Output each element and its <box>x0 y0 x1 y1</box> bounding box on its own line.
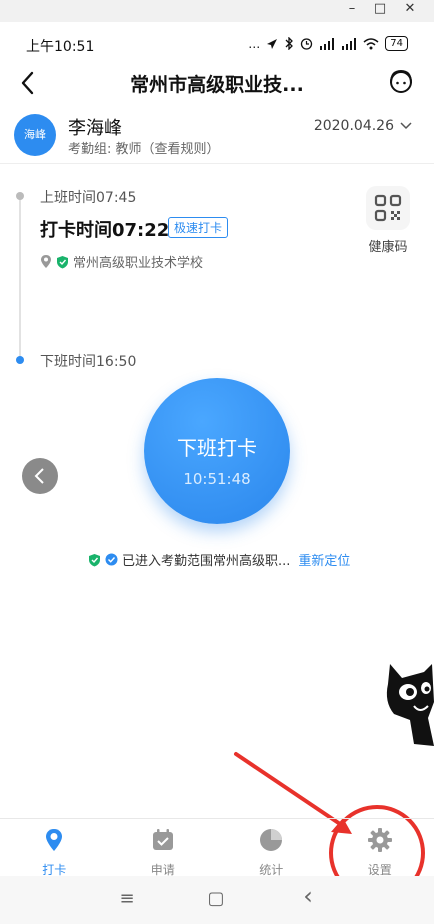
timeline-dot-morning <box>16 192 24 200</box>
avatar[interactable]: 海峰 <box>14 114 56 156</box>
customer-service-icon[interactable] <box>386 67 416 97</box>
attendance-group: 考勤组: 教师（查看规则） <box>68 138 220 157</box>
location-arrow-icon <box>267 38 278 49</box>
back-arrow-icon[interactable] <box>14 68 44 98</box>
tab-stats[interactable]: 统计 <box>217 819 326 877</box>
window-titlebar: – □ ✕ <box>0 0 434 22</box>
minimize-button[interactable]: – <box>340 1 364 16</box>
range-text: 已进入考勤范围常州高级职... <box>122 554 291 569</box>
attendance-range-status: 已进入考勤范围常州高级职... 重新定位 <box>88 550 350 569</box>
cell-signal-2-icon <box>342 37 357 50</box>
date-selector[interactable]: 2020.04.26 <box>314 118 412 134</box>
check-circle-icon <box>105 553 118 566</box>
current-time: 10:51:48 <box>183 470 251 488</box>
app-header: 常州市高级职业技... <box>0 62 434 104</box>
system-nav-bar: ≡ ▢ ‹ <box>0 876 434 924</box>
status-time: 上午10:51 <box>26 39 95 55</box>
menu-nav-button[interactable]: ≡ <box>115 888 139 909</box>
alarm-icon <box>301 38 313 50</box>
shield-check-icon <box>57 255 68 268</box>
view-rules-link[interactable]: （查看规则） <box>142 142 220 157</box>
floating-back-button[interactable] <box>22 458 58 494</box>
signal-dots-icon: … <box>248 36 261 51</box>
location-text: 常州高级职业技术学校 <box>73 256 204 271</box>
tab-settings[interactable]: 设置 <box>326 819 434 877</box>
user-info-row: 海峰 李海峰 考勤组: 教师（查看规则） 2020.04.26 <box>0 108 434 164</box>
chevron-down-icon <box>400 122 412 130</box>
relocate-link[interactable]: 重新定位 <box>298 550 350 569</box>
health-code-button[interactable]: 健康码 <box>362 186 414 256</box>
qr-code-icon <box>374 194 402 222</box>
health-code-label: 健康码 <box>368 240 408 255</box>
status-bar: 上午10:51 … 74 <box>0 30 434 60</box>
status-icons: … 74 <box>248 36 408 51</box>
back-nav-button[interactable]: ‹ <box>296 882 320 910</box>
punch-location: 常州高级职业技术学校 <box>40 252 203 271</box>
tab-apply[interactable]: 申请 <box>109 819 218 877</box>
home-nav-button[interactable]: ▢ <box>204 888 228 909</box>
bottom-tab-bar: 打卡 申请 统计 设置 <box>0 818 434 877</box>
morning-shift-label: 上班时间07:45 <box>40 190 137 206</box>
pie-chart-icon <box>260 829 283 851</box>
page-title: 常州市高级职业技... <box>130 74 304 96</box>
close-button[interactable]: ✕ <box>398 1 422 16</box>
evening-shift-label: 下班时间16:50 <box>40 354 137 370</box>
gear-icon <box>367 828 392 852</box>
calendar-check-icon <box>152 829 173 850</box>
cell-signal-icon <box>320 37 335 50</box>
attendance-group-label: 考勤组: 教师 <box>68 142 142 157</box>
battery-indicator: 74 <box>385 36 408 51</box>
annotation-arrow <box>234 752 348 830</box>
chevron-left-icon <box>34 468 44 484</box>
date-value: 2020.04.26 <box>313 118 394 134</box>
timeline-dot-evening <box>16 356 24 364</box>
location-pin-icon <box>46 829 63 851</box>
clock-out-button[interactable]: 下班打卡 10:51:48 <box>144 378 290 524</box>
maximize-button[interactable]: □ <box>368 1 392 16</box>
mascot-sticker <box>386 664 434 746</box>
qr-code-box <box>366 186 410 230</box>
shield-check-icon <box>89 553 100 566</box>
wifi-icon <box>363 37 379 49</box>
quick-punch-badge: 极速打卡 <box>168 217 229 238</box>
location-pin-icon <box>41 255 51 268</box>
clock-out-label: 下班打卡 <box>177 436 257 460</box>
tab-punch[interactable]: 打卡 <box>0 819 109 877</box>
morning-punch-time: 打卡时间07:22 <box>40 220 170 241</box>
timeline-line <box>19 198 21 360</box>
user-name: 李海峰 <box>68 118 122 139</box>
bluetooth-icon <box>285 37 294 50</box>
